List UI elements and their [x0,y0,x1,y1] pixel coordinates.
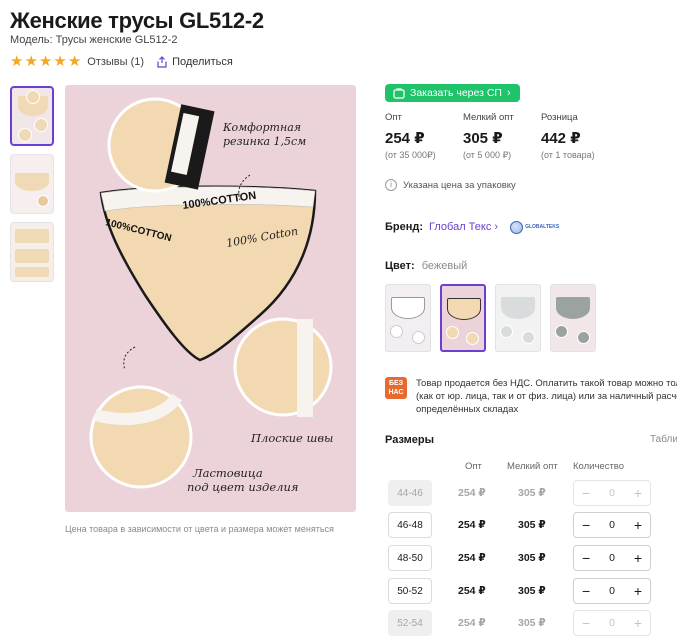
swatch-beige[interactable] [440,284,486,352]
quantity-stepper: − 0 + [573,512,651,538]
size-chip[interactable]: 48-50 [388,545,432,571]
thumbnail-3[interactable] [10,222,54,282]
share-icon [157,56,167,68]
quantity-value[interactable]: 0 [609,617,615,629]
size-chip[interactable]: 50-52 [388,578,432,604]
price-opt: Опт 254 ₽ (от 35 000₽) [385,112,436,160]
quantity-value[interactable]: 0 [609,487,615,499]
minus-icon[interactable]: − [582,518,590,532]
quantity-value[interactable]: 0 [609,552,615,564]
size-chip[interactable]: 46-48 [388,512,432,538]
product-illustration: 100%COTTON 100%COTTON 100% Cotton Комфор… [89,97,333,494]
chevron-right-icon: › [506,87,511,99]
size-price-opt: 254 ₽ [458,487,486,499]
reviews-link[interactable]: Отзывы (1) [87,56,144,68]
size-price-small-opt: 305 ₽ [518,617,546,629]
brand-row: Бренд: Глобал Текс › GLOBALTEKS [385,220,564,234]
minus-icon[interactable]: − [582,584,590,598]
color-value: бежевый [421,260,468,272]
size-price-small-opt: 305 ₽ [518,487,546,499]
svg-text:под цвет изделия: под цвет изделия [187,480,298,494]
plus-icon[interactable]: + [634,486,642,500]
size-row: 52-54 254 ₽ 305 ₽ − 0 + [388,610,677,636]
size-price-small-opt: 305 ₽ [518,552,546,564]
size-price-opt: 254 ₽ [458,519,486,531]
quantity-stepper: − 0 + [573,545,651,571]
plus-icon[interactable]: + [634,616,642,630]
star-icon: ★ [10,53,24,70]
callout-gusset-text: Ластовица [192,466,263,480]
share-label: Поделиться [172,56,233,68]
product-title: Женские трусы GL512-2 [10,8,264,33]
sizes-title: Размеры [385,434,435,446]
pack-note: i Указана цена за упаковку [385,179,516,191]
thumbnail-1[interactable] [10,86,54,146]
size-price-opt: 254 ₽ [458,617,486,629]
size-table-link[interactable]: Табли [650,434,677,445]
price-small-opt: Мелкий опт 305 ₽ (от 5 000 ₽) [463,112,514,160]
globe-icon [510,220,524,234]
share-button[interactable]: Поделиться [156,56,233,68]
callout-seams-text: Плоские швы [250,431,333,445]
order-button-label: Заказать через СП [410,87,502,99]
quantity-value[interactable]: 0 [609,585,615,597]
info-icon: i [385,179,397,191]
col-head-small-opt: Мелкий опт [507,461,558,472]
size-row: 50-52 254 ₽ 305 ₽ − 0 + [388,578,677,604]
brand-logo[interactable]: GLOBALTEKS [510,220,564,234]
color-swatches [385,284,596,352]
size-row: 48-50 254 ₽ 305 ₽ − 0 + [388,545,677,571]
quantity-stepper: − 0 + [573,578,651,604]
plus-icon[interactable]: + [634,551,642,565]
star-icon: ★ [38,53,53,70]
callout-top-text: Комфортная [222,121,301,134]
product-model: Модель: Трусы женские GL512-2 [10,34,178,46]
thumbnail-2[interactable] [10,154,54,214]
star-icon: ★ [53,53,67,70]
swatch-light-grey[interactable] [495,284,541,352]
svg-text:резинка 1,5см: резинка 1,5см [223,135,306,148]
size-price-opt: 254 ₽ [458,585,486,597]
vat-notice: Товар продается без НДС. Оплатить такой … [416,378,677,415]
price-retail: Розница 442 ₽ (от 1 товара) [541,112,595,160]
swatch-white[interactable] [385,284,431,352]
cart-icon [393,87,405,99]
col-head-qty: Количество [573,461,625,472]
star-icon: ★ [67,53,82,70]
color-row: Цвет: бежевый [385,260,467,272]
quantity-stepper: − 0 + [573,480,651,506]
brand-link[interactable]: Глобал Текс › [429,221,498,233]
order-via-sp-button[interactable]: Заказать через СП › [385,84,520,102]
minus-icon[interactable]: − [582,551,590,565]
plus-icon[interactable]: + [634,584,642,598]
product-main-image[interactable]: 100%COTTON 100%COTTON 100% Cotton Комфор… [65,85,356,512]
thumbnail-strip [10,86,54,282]
col-head-opt: Опт [465,461,482,472]
swatch-dark-grey[interactable] [550,284,596,352]
size-row: 46-48 254 ₽ 305 ₽ − 0 + [388,512,677,538]
brand-label: Бренд: [385,221,424,233]
star-icon: ★ [24,53,38,70]
size-row: 44-46 254 ₽ 305 ₽ − 0 + [388,480,677,506]
size-chip[interactable]: 52-54 [388,610,432,636]
no-vat-badge: БЕЗ НАС [385,377,407,399]
image-caption: Цена товара в зависимости от цвета и раз… [65,524,334,534]
minus-icon[interactable]: − [582,486,590,500]
size-price-small-opt: 305 ₽ [518,585,546,597]
rating-row: ★ ★ ★ ★ ★ Отзывы (1) Поделиться [10,53,233,70]
color-label: Цвет: [385,260,415,272]
size-price-small-opt: 305 ₽ [518,519,546,531]
plus-icon[interactable]: + [634,518,642,532]
minus-icon[interactable]: − [582,616,590,630]
rating-stars[interactable]: ★ ★ ★ ★ ★ [10,53,82,70]
size-chip[interactable]: 44-46 [388,480,432,506]
price-block: Опт 254 ₽ (от 35 000₽) Мелкий опт 305 ₽ … [385,112,619,161]
quantity-stepper: − 0 + [573,610,651,636]
quantity-value[interactable]: 0 [609,519,615,531]
size-price-opt: 254 ₽ [458,552,486,564]
